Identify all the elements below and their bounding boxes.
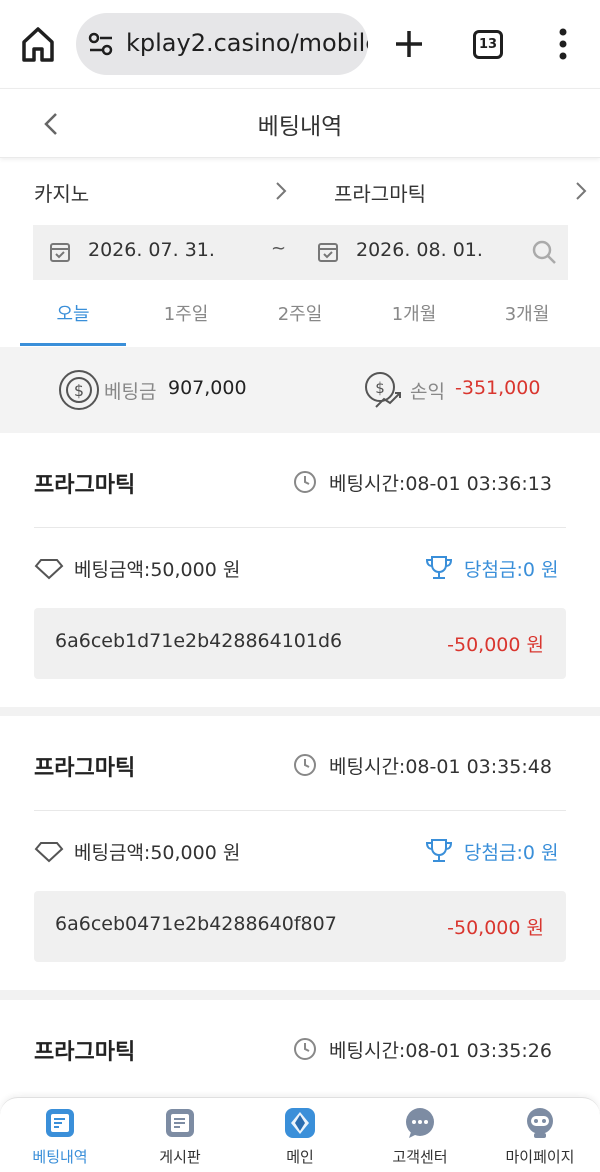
date-separator: ~: [271, 238, 287, 259]
new-tab-icon[interactable]: [392, 27, 426, 61]
bet-time: 베팅시간:08-01 03:35:26: [329, 1040, 552, 1062]
tab-1-month[interactable]: 1개월: [359, 300, 469, 326]
result-amount: -50,000 원: [447, 917, 544, 939]
game-title: 프라그마틱: [34, 1040, 136, 1065]
tab-today[interactable]: 오늘: [18, 300, 128, 326]
nav-customer-center[interactable]: 고객센터: [360, 1106, 480, 1167]
period-tabs: 오늘 1주일 2주일 1개월 3개월: [0, 290, 600, 347]
divider: [34, 527, 566, 528]
win-amount: 당첨금:0 원: [464, 559, 559, 581]
active-tab-indicator: [20, 343, 126, 346]
chat-bubble-icon: [406, 1108, 434, 1138]
diamond-icon: [34, 559, 64, 580]
profit-chart-icon: $: [365, 372, 401, 408]
clock-icon: [294, 471, 316, 493]
provider-select[interactable]: 프라그마틱: [334, 178, 426, 207]
nav-main[interactable]: 메인: [240, 1106, 360, 1167]
trophy-icon: [425, 839, 453, 862]
bet-card[interactable]: 프라그마틱 베팅시간:08-01 03:35:26: [0, 1000, 600, 1097]
date-range-box: 2026. 07. 31. ~ 2026. 08. 01.: [33, 225, 568, 280]
bet-total-value: 907,000: [168, 377, 247, 399]
profit-value: -351,000: [455, 377, 541, 399]
chevron-right-icon[interactable]: [574, 180, 588, 202]
result-amount: -50,000 원: [447, 634, 544, 656]
svg-text:$: $: [375, 379, 385, 397]
robot-avatar-icon: [527, 1108, 553, 1138]
card-separator: [0, 990, 600, 1000]
nav-label: 베팅내역: [32, 1148, 88, 1166]
summary-bar: $ 베팅금 907,000 $ 손익 -351,000: [0, 347, 600, 433]
transaction-id: 6a6ceb0471e2b4288640f807: [55, 913, 337, 935]
url-text[interactable]: kplay2.casino/mobile: [126, 29, 368, 57]
tab-3-months[interactable]: 3개월: [472, 300, 582, 326]
clock-icon: [294, 754, 316, 776]
bet-amount: 베팅금액:50,000 원: [74, 559, 241, 581]
nav-label: 마이페이지: [505, 1148, 575, 1166]
site-settings-icon[interactable]: [88, 32, 114, 56]
filter-row: 카지노 프라그마틱: [0, 160, 600, 222]
page-title: 베팅내역: [257, 114, 343, 140]
tab-2-weeks[interactable]: 2주일: [245, 300, 355, 326]
svg-text:$: $: [74, 381, 84, 400]
transaction-box: 6a6ceb1d71e2b428864101d6 -50,000 원: [34, 608, 566, 679]
date-to-field[interactable]: 2026. 08. 01.: [356, 239, 483, 261]
bet-history-icon: [46, 1109, 74, 1137]
nav-board[interactable]: 게시판: [120, 1106, 240, 1167]
page-header: 베팅내역: [0, 88, 600, 158]
nav-bet-history[interactable]: 베팅내역: [0, 1106, 120, 1167]
diamond-icon: [34, 842, 64, 863]
date-from-field[interactable]: 2026. 07. 31.: [88, 239, 215, 261]
clock-icon: [294, 1038, 316, 1060]
divider: [34, 810, 566, 811]
address-bar[interactable]: kplay2.casino/mobile: [76, 13, 368, 75]
bottom-nav: 베팅내역 게시판 메인 고객센터 마이페이지: [0, 1097, 600, 1172]
win-amount: 당첨금:0 원: [464, 842, 559, 864]
coin-dollar-icon: $: [59, 370, 99, 410]
bet-time: 베팅시간:08-01 03:35:48: [329, 756, 552, 778]
calendar-icon[interactable]: [317, 241, 339, 263]
game-title: 프라그마틱: [34, 473, 136, 498]
search-icon[interactable]: [531, 239, 557, 265]
profit-label: 손익: [410, 381, 445, 403]
tab-switcher-button[interactable]: 13: [473, 30, 503, 59]
trophy-icon: [425, 556, 453, 579]
bet-card[interactable]: 프라그마틱 베팅시간:08-01 03:36:13 베팅금액:50,000 원 …: [0, 433, 600, 707]
tab-1-week[interactable]: 1주일: [131, 300, 241, 326]
category-select[interactable]: 카지노: [34, 178, 89, 207]
bet-time: 베팅시간:08-01 03:36:13: [329, 473, 552, 495]
browser-toolbar: kplay2.casino/mobile 13: [0, 0, 600, 88]
nav-label: 게시판: [159, 1148, 201, 1166]
more-menu-icon[interactable]: [558, 28, 568, 60]
calendar-icon[interactable]: [49, 241, 71, 263]
game-title: 프라그마틱: [34, 756, 136, 781]
board-icon: [166, 1109, 194, 1137]
bet-total-label: 베팅금: [104, 381, 157, 403]
nav-label: 메인: [286, 1148, 314, 1166]
bet-amount: 베팅금액:50,000 원: [74, 842, 241, 864]
transaction-id: 6a6ceb1d71e2b428864101d6: [55, 630, 343, 652]
bet-card[interactable]: 프라그마틱 베팅시간:08-01 03:35:48 베팅금액:50,000 원 …: [0, 716, 600, 990]
nav-my-page[interactable]: 마이페이지: [480, 1106, 600, 1167]
transaction-box: 6a6ceb0471e2b4288640f807 -50,000 원: [34, 891, 566, 962]
home-icon[interactable]: [20, 24, 56, 64]
main-diamond-icon: [285, 1108, 315, 1138]
chevron-right-icon[interactable]: [274, 180, 288, 202]
nav-label: 고객센터: [392, 1148, 448, 1166]
